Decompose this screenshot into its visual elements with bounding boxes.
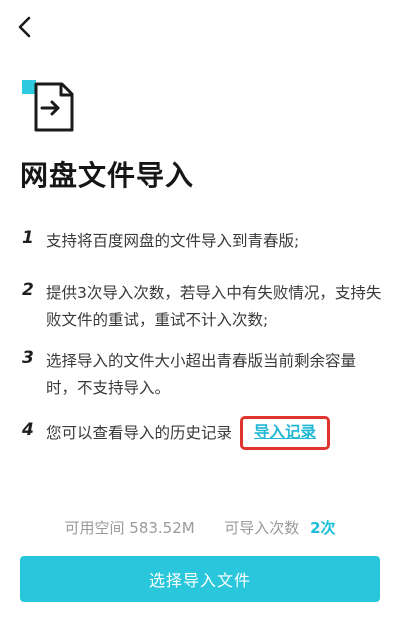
import-history-link[interactable]: 导入记录 [240, 416, 330, 450]
step-number: 1 [19, 228, 42, 248]
step-number: 2 [19, 280, 42, 300]
step-text: 您可以查看导入的历史记录 [46, 424, 233, 442]
step-number: 3 [19, 348, 42, 368]
select-import-file-button[interactable]: 选择导入文件 [20, 556, 380, 602]
back-button[interactable] [10, 12, 40, 42]
chevron-left-icon [18, 16, 31, 38]
available-space-value: 583.52M [129, 519, 195, 537]
available-space-label: 可用空间 [64, 519, 125, 537]
import-count-label: 可导入次数 [224, 519, 300, 537]
step-text: 支持将百度网盘的文件导入到青春版; [46, 232, 300, 250]
step-text: 选择导入的文件大小超出青春版当前剩余容量时，不支持导入。 [46, 352, 357, 397]
page-title: 网盘文件导入 [20, 159, 195, 192]
step-text: 提供3次导入次数，若导入中有失败情况，支持失败文件的重试，重试不计入次数; [46, 284, 382, 329]
step-number: 4 [19, 420, 42, 440]
import-count-value: 2次 [310, 519, 336, 537]
usage-stats: 可用空间 583.52M 可导入次数 2次 [0, 517, 400, 538]
file-import-icon [22, 78, 78, 134]
